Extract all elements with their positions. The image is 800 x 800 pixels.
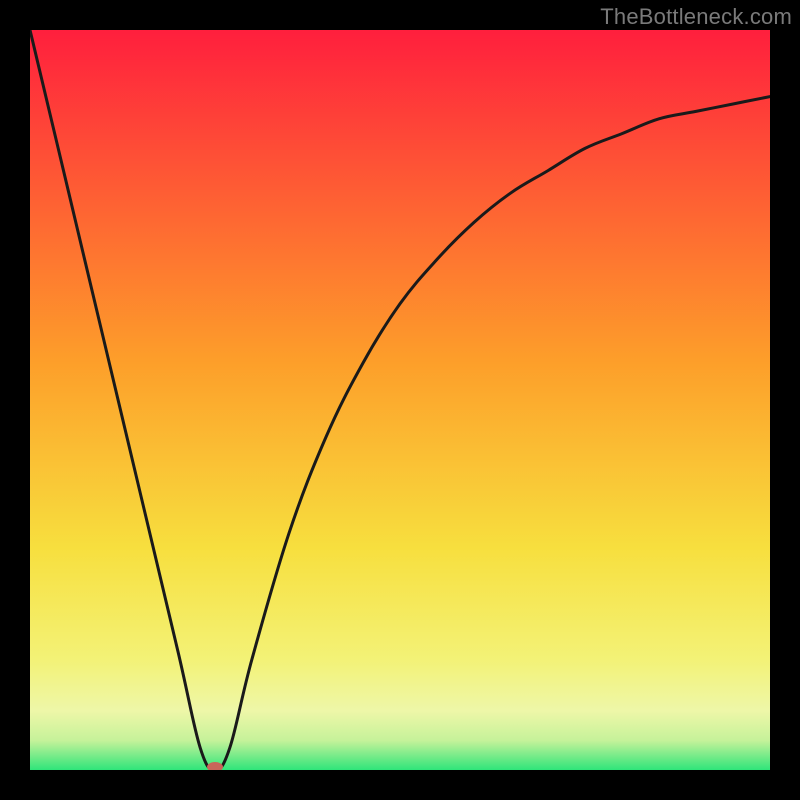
watermark-text: TheBottleneck.com	[600, 4, 792, 30]
chart-svg	[30, 30, 770, 770]
gradient-background	[30, 30, 770, 770]
chart-frame: TheBottleneck.com	[0, 0, 800, 800]
plot-area	[30, 30, 770, 770]
